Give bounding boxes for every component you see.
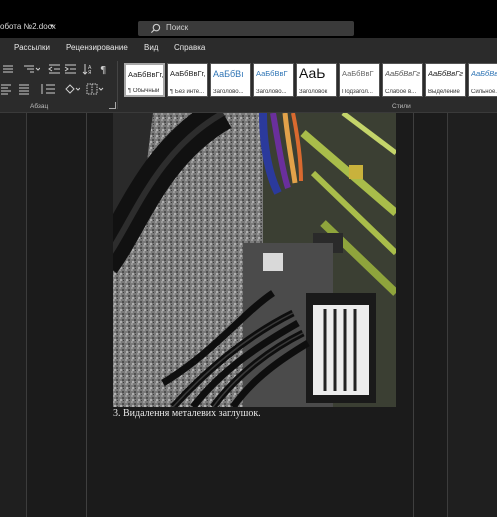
svg-text:¶: ¶: [100, 65, 106, 75]
inserted-photo[interactable]: [113, 113, 396, 407]
margin-guide: [86, 113, 87, 517]
figure-caption[interactable]: 3. Видалення металевих заглушок.: [113, 408, 261, 419]
style-sample: АаЬ: [299, 65, 326, 81]
svg-text:Я: Я: [88, 70, 91, 75]
paragraph-dialog-launcher[interactable]: [109, 102, 116, 109]
paragraph-group-label: Абзац: [30, 103, 49, 110]
line-spacing-icon[interactable]: [40, 83, 56, 95]
style-sample: АаБбВвГг: [428, 69, 463, 78]
menu-help[interactable]: Справка: [174, 43, 205, 52]
style-emphasis[interactable]: АаБбВвГг Выделение: [425, 63, 466, 97]
style-name: Заголово...: [256, 89, 287, 95]
style-name: Слабое в...: [385, 89, 417, 95]
multilevel-list-icon[interactable]: [22, 63, 40, 75]
style-heading-1[interactable]: АаБбВı Заголово...: [210, 63, 251, 97]
style-sample: АаБбВвГг,: [128, 70, 164, 79]
style-sample: АаБбВı: [213, 69, 244, 79]
show-formatting-marks-icon[interactable]: ¶: [100, 63, 109, 75]
shading-icon[interactable]: [64, 83, 80, 95]
style-normal[interactable]: АаБбВвГг, ¶ Обычный: [124, 63, 165, 97]
ribbon: A Я ¶ Абзац АаБбВвГг, ¶ Обычный АаБбВвГг…: [0, 57, 497, 113]
style-name: Сильное...: [471, 89, 497, 95]
style-sample: АаБбВвГг: [385, 69, 420, 78]
increase-indent-icon[interactable]: [64, 63, 77, 75]
style-name: Заголовок: [299, 89, 328, 95]
menu-review[interactable]: Рецензирование: [66, 43, 128, 52]
style-name: ¶ Без инте...: [170, 89, 205, 95]
search-input[interactable]: Поиск: [166, 23, 188, 32]
sort-icon[interactable]: A Я: [82, 63, 94, 75]
chevron-down-icon[interactable]: ▾: [50, 22, 54, 30]
styles-group-label: Стили: [392, 103, 411, 110]
style-sample: АаБбВвГ: [256, 69, 288, 78]
style-heading-2[interactable]: АаБбВвГ Заголово...: [253, 63, 294, 97]
style-name: ¶ Обычный: [128, 88, 160, 94]
justify-icon[interactable]: [18, 83, 30, 95]
style-subtitle[interactable]: АаБбВвГ Подзагол...: [339, 63, 380, 97]
style-subtle-emphasis[interactable]: АаБбВвГг Слабое в...: [382, 63, 423, 97]
document-title[interactable]: обота №2.docx: [0, 22, 56, 31]
style-name: Выделение: [428, 89, 460, 95]
style-sample: АаБбВвГ: [342, 69, 374, 78]
menu-bar: Рассылки Рецензирование Вид Справка: [0, 38, 497, 57]
group-divider: [117, 61, 118, 109]
menu-mailings[interactable]: Рассылки: [14, 43, 50, 52]
motherboard-photo: [113, 113, 396, 407]
borders-icon[interactable]: [86, 83, 104, 95]
style-name: Подзагол...: [342, 89, 373, 95]
style-sample: АаБбВвГг,: [170, 69, 206, 78]
style-sample: АаБбВвГе: [471, 69, 497, 78]
search-icon: [150, 23, 161, 34]
title-bar: обота №2.docx ▾ Поиск: [0, 0, 497, 38]
search-box[interactable]: Поиск: [138, 21, 354, 36]
margin-guide: [413, 113, 414, 517]
style-name: Заголово...: [213, 89, 244, 95]
numbered-list-icon[interactable]: [0, 63, 14, 75]
menu-view[interactable]: Вид: [144, 43, 158, 52]
style-title[interactable]: АаЬ Заголовок: [296, 63, 337, 97]
style-intense-emphasis[interactable]: АаБбВвГе Сильное...: [468, 63, 497, 97]
style-no-spacing[interactable]: АаБбВвГг, ¶ Без инте...: [167, 63, 208, 97]
decrease-indent-icon[interactable]: [48, 63, 61, 75]
align-left-icon[interactable]: [0, 83, 12, 95]
